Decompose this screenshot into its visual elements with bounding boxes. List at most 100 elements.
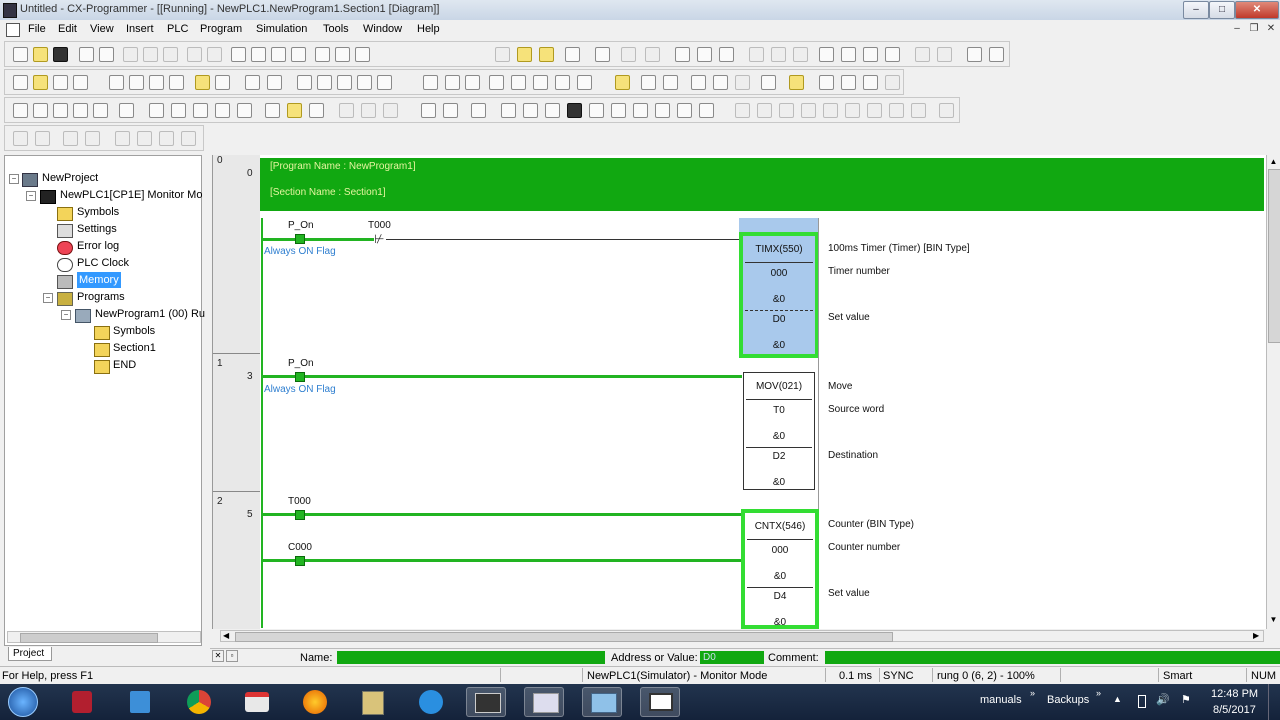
- pause-icon[interactable]: [645, 47, 660, 62]
- sim-debug-icon[interactable]: [443, 103, 458, 118]
- window-d-icon[interactable]: [885, 47, 900, 62]
- breakpoint-icon[interactable]: [501, 103, 516, 118]
- help-icon[interactable]: [335, 47, 350, 62]
- download-icon[interactable]: [719, 47, 734, 62]
- scroll-left-icon[interactable]: ◀: [223, 631, 229, 640]
- contact-nc-icon[interactable]: [337, 75, 352, 90]
- monitor-icon[interactable]: [539, 47, 554, 62]
- view-f-icon[interactable]: [119, 103, 134, 118]
- volume-icon[interactable]: 🔊: [1156, 693, 1170, 706]
- contact-or-icon[interactable]: [357, 75, 372, 90]
- bookmark-clear-icon[interactable]: [181, 131, 196, 146]
- menu-program[interactable]: Program: [200, 23, 242, 35]
- taskbar-cx-programmer[interactable]: [466, 687, 506, 717]
- grid-icon[interactable]: [109, 75, 124, 90]
- program-check-icon[interactable]: [641, 75, 656, 90]
- tree-item-programs[interactable]: Programs: [77, 289, 125, 305]
- view-e-icon[interactable]: [93, 103, 108, 118]
- save-icon[interactable]: [53, 47, 68, 62]
- bookmark-icon[interactable]: [115, 131, 130, 146]
- zoom-fit-icon[interactable]: [73, 75, 88, 90]
- force-cancel-icon[interactable]: [793, 47, 808, 62]
- sim-run-icon[interactable]: [545, 103, 560, 118]
- app-icon[interactable]: [3, 3, 17, 18]
- format-10-signed-icon[interactable]: [287, 103, 302, 118]
- taskbar-app-f[interactable]: [524, 687, 564, 717]
- horizontal-line-icon[interactable]: [423, 75, 438, 90]
- operand-value[interactable]: 000: [745, 545, 815, 556]
- context-help-icon[interactable]: [355, 47, 370, 62]
- diagram-vscroll-thumb[interactable]: [1268, 169, 1280, 343]
- sim-a-icon[interactable]: [735, 103, 750, 118]
- scroll-right-icon[interactable]: ▶: [1253, 631, 1259, 640]
- step-run-icon[interactable]: [611, 103, 626, 118]
- scroll-up-icon[interactable]: ▲: [1268, 157, 1279, 167]
- up-c-icon[interactable]: [383, 103, 398, 118]
- sim-b-icon[interactable]: [757, 103, 772, 118]
- edit-start-icon[interactable]: [691, 75, 706, 90]
- show-hidden-icons-icon[interactable]: ▲: [1113, 694, 1122, 704]
- select-mode-icon[interactable]: [297, 75, 312, 90]
- data-trace-icon[interactable]: [215, 103, 230, 118]
- close-button[interactable]: ✕: [1235, 1, 1279, 19]
- tree-item-memory[interactable]: Memory: [77, 272, 121, 288]
- menu-simulation[interactable]: Simulation: [256, 23, 307, 35]
- taskbar-chrome[interactable]: [178, 687, 218, 717]
- tray-manuals[interactable]: manuals: [980, 694, 1022, 706]
- tree-item-section1[interactable]: Section1: [113, 340, 156, 356]
- taskbar-app-b[interactable]: [120, 687, 160, 717]
- expand-program-icon[interactable]: −: [61, 310, 71, 320]
- instruction-block[interactable]: TIMX(550) 000 &0 D0 &0: [739, 232, 819, 358]
- sim-settings-icon[interactable]: [471, 103, 486, 118]
- print-preview-icon[interactable]: [99, 47, 114, 62]
- mdi-close-button[interactable]: ✕: [1264, 22, 1278, 36]
- edit-send-icon[interactable]: [713, 75, 728, 90]
- zoom-in-icon[interactable]: [33, 75, 48, 90]
- zoom-out-icon[interactable]: [53, 75, 68, 90]
- view-d-icon[interactable]: [73, 103, 88, 118]
- bookmark-prev-icon[interactable]: [159, 131, 174, 146]
- contact-no[interactable]: [295, 234, 305, 244]
- paste-icon[interactable]: [163, 47, 178, 62]
- start-button[interactable]: [2, 687, 44, 717]
- sim-g-icon[interactable]: [867, 103, 882, 118]
- compile-icon[interactable]: [615, 75, 630, 90]
- tool-b-icon[interactable]: [937, 47, 952, 62]
- uncomment-icon[interactable]: [85, 131, 100, 146]
- sim-record-icon[interactable]: [523, 103, 538, 118]
- open-icon[interactable]: [33, 47, 48, 62]
- contact-no[interactable]: [295, 372, 305, 382]
- diagram-hscroll-thumb[interactable]: [235, 632, 893, 642]
- window-list-icon[interactable]: [819, 75, 834, 90]
- taskbar-app-e[interactable]: [410, 687, 450, 717]
- comment-icon[interactable]: [63, 131, 78, 146]
- info-close-icon[interactable]: ✕: [212, 650, 224, 662]
- up-b-icon[interactable]: [361, 103, 376, 118]
- tree-item-project[interactable]: NewProject: [42, 170, 98, 186]
- taskbar-app-h[interactable]: [640, 687, 680, 717]
- info-pin-icon[interactable]: ▫: [226, 650, 238, 662]
- redo-icon[interactable]: [207, 47, 222, 62]
- window-c-icon[interactable]: [863, 47, 878, 62]
- online-icon[interactable]: [517, 47, 532, 62]
- sim-h-icon[interactable]: [889, 103, 904, 118]
- find-icon[interactable]: [231, 47, 246, 62]
- battery-icon[interactable]: [1138, 695, 1146, 708]
- view-c-icon[interactable]: [53, 103, 68, 118]
- scan-run-icon[interactable]: [699, 103, 714, 118]
- outdent-icon[interactable]: [35, 131, 50, 146]
- contact-no[interactable]: [295, 556, 305, 566]
- menu-help[interactable]: Help: [417, 23, 440, 35]
- undo-icon[interactable]: [187, 47, 202, 62]
- address-reference-icon[interactable]: [291, 47, 306, 62]
- tree-item-error-log[interactable]: Error log: [77, 238, 119, 254]
- window-tile-icon[interactable]: [841, 75, 856, 90]
- view-b-icon[interactable]: [33, 103, 48, 118]
- address-field[interactable]: D0: [700, 651, 764, 664]
- taskbar-app-c[interactable]: [236, 687, 276, 717]
- menu-tools[interactable]: Tools: [323, 23, 349, 35]
- sim-i-icon[interactable]: [911, 103, 926, 118]
- time-chart-icon[interactable]: [237, 103, 252, 118]
- edit-cancel-icon[interactable]: [735, 75, 750, 90]
- taskbar-app-d[interactable]: [352, 687, 392, 717]
